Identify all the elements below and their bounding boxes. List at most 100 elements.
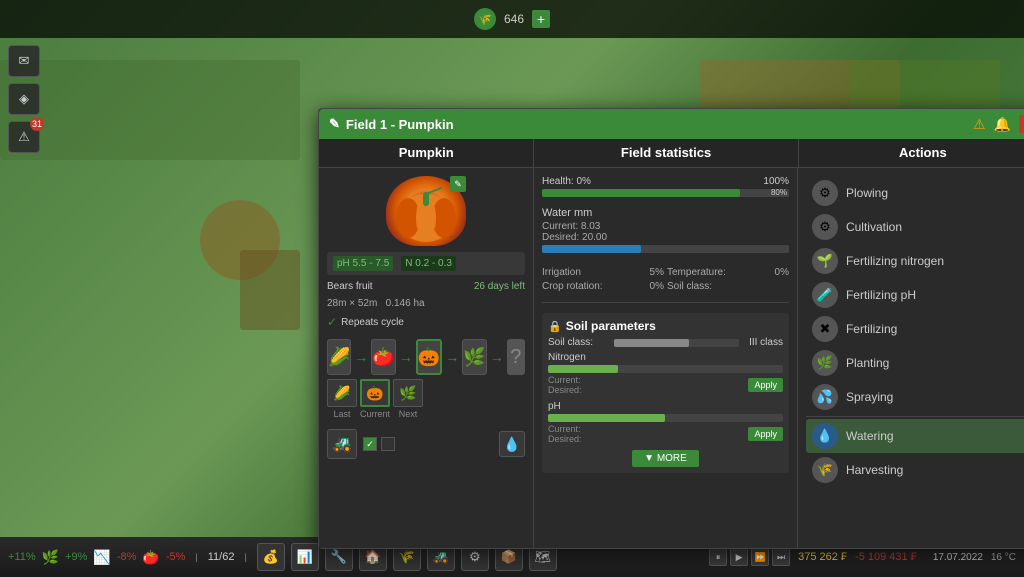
- soil-class-value: III class: [749, 337, 783, 348]
- crop-prev[interactable]: 🍅: [371, 339, 395, 375]
- bears-fruit-row: Bears fruit 26 days left: [327, 281, 525, 292]
- irrigation-label: Irrigation: [542, 267, 581, 278]
- close-button[interactable]: ✕: [1019, 115, 1024, 133]
- crop-edit-button[interactable]: ✎: [450, 176, 466, 192]
- stat-crop-rotation: Crop rotation: 0%: [542, 281, 664, 292]
- bottom-btn-2[interactable]: 📊: [291, 543, 319, 571]
- soil-class-row: Soil class: III class: [548, 337, 783, 348]
- spraying-icon: 💦: [812, 384, 838, 410]
- nitrogen-controls: Current: Desired: Apply: [548, 375, 783, 395]
- actions-list: ⚙ Plowing ⚙ Cultivation 🌱 Fertilizing ni…: [806, 176, 1024, 487]
- middle-panel: Health: 0% 100% 80% Water mm Current: 8.…: [534, 168, 798, 548]
- water-section: Water mm Current: 8.03 Desired: 20.00: [542, 207, 789, 255]
- field-count: 11/62: [208, 551, 235, 563]
- sidebar-mail-button[interactable]: ✉: [8, 45, 40, 77]
- stat-irrigation: Irrigation 5%: [542, 267, 664, 278]
- stat-minus5: -5%: [166, 551, 186, 563]
- fertilizing-label: Fertilizing: [846, 322, 897, 336]
- irrigation-value: 5%: [650, 267, 664, 278]
- fast-forward-button[interactable]: ⏩: [751, 548, 769, 566]
- action-fertilizing-ph[interactable]: 🧪 Fertilizing pH: [806, 278, 1024, 312]
- health-progress-fill: [542, 189, 740, 197]
- tractor-thumb[interactable]: 🚜: [327, 429, 357, 459]
- water-drop-icon[interactable]: 💧: [499, 431, 525, 457]
- action-cultivation[interactable]: ⚙ Cultivation: [806, 210, 1024, 244]
- bell-button[interactable]: 🔔: [994, 116, 1011, 133]
- nitrogen-desired-label: Desired:: [548, 385, 582, 395]
- left-panel-title: Pumpkin: [399, 145, 454, 160]
- field-dialog: ✎ Field 1 - Pumpkin ⚠ 🔔 ✕ Pumpkin Field …: [318, 108, 1024, 549]
- health-labels: Health: 0% 100%: [542, 176, 789, 187]
- action-planting[interactable]: 🌿 Planting: [806, 346, 1024, 380]
- lock-icon: 🔒: [548, 320, 562, 333]
- stat-plus11: +11%: [8, 551, 36, 563]
- nitrogen-apply-button[interactable]: Apply: [748, 378, 783, 392]
- last-label: Last: [333, 409, 350, 419]
- arrow-1: →: [354, 349, 368, 365]
- bears-fruit-label: Bears fruit: [327, 281, 373, 292]
- repeat-cycle-row: ✓ Repeats cycle: [327, 315, 525, 329]
- temperature-display: 16 °C: [991, 552, 1016, 563]
- warning-button[interactable]: ⚠: [973, 116, 986, 133]
- crop-current[interactable]: 🎃: [416, 339, 442, 375]
- arrow-4: →: [490, 349, 504, 365]
- watering-icon: 💧: [812, 423, 838, 449]
- plowing-label: Plowing: [846, 186, 888, 200]
- action-harvesting[interactable]: 🌾 Harvesting: [806, 453, 1024, 487]
- nitrogen-row: Nitrogen Current: Desired: Apply: [548, 352, 783, 395]
- checkbox-1[interactable]: ✓: [363, 437, 377, 451]
- crop-image-container: ✎: [386, 176, 466, 246]
- water-desired: Desired: 20.00: [542, 232, 789, 243]
- soil-parameters-section: 🔒 Soil parameters Soil class: III class …: [542, 313, 789, 473]
- dialog-title-right: ⚠ 🔔 ✕: [973, 115, 1024, 133]
- action-plowing[interactable]: ⚙ Plowing: [806, 176, 1024, 210]
- water-progress-fill: [542, 245, 641, 253]
- nitrogen-values: Current: Desired:: [548, 375, 582, 395]
- sidebar-layers-button[interactable]: ◈: [8, 83, 40, 115]
- action-watering[interactable]: 💧 Watering: [806, 419, 1024, 453]
- harvesting-label: Harvesting: [846, 463, 903, 477]
- crop-rotation-value: 0%: [650, 281, 664, 292]
- debt-value: -5 109 431 ₣: [855, 551, 917, 563]
- add-resource-button[interactable]: +: [532, 10, 550, 28]
- fertilizing-n-icon: 🌱: [812, 248, 838, 274]
- arrow-2: →: [399, 349, 413, 365]
- bottom-money-section: ⏸ ▶ ⏩ ⏭ 375 262 ₣ -5 109 431 ₣ 17.07.202…: [709, 548, 1016, 566]
- alert-badge: 31: [30, 117, 44, 131]
- faster-button[interactable]: ⏭: [772, 548, 790, 566]
- dialog-title-left: ✎ Field 1 - Pumpkin: [329, 116, 454, 132]
- ph-label-row: pH: [548, 401, 783, 412]
- crop-last[interactable]: 🌽: [327, 339, 351, 375]
- date-display: 17.07.2022: [933, 552, 983, 563]
- action-spraying[interactable]: 💦 Spraying: [806, 380, 1024, 414]
- money-value: 375 262 ₣: [798, 551, 847, 563]
- right-panel: ⚙ Plowing ⚙ Cultivation 🌱 Fertilizing ni…: [798, 168, 1024, 548]
- more-button[interactable]: ▼ MORE: [632, 450, 699, 467]
- stat-plus9: +9%: [65, 551, 87, 563]
- ph-row: pH Current: Desired: Apply: [548, 401, 783, 444]
- bottom-btn-1[interactable]: 💰: [257, 543, 285, 571]
- ph-desired-label: Desired:: [548, 434, 582, 444]
- days-left: 26 days left: [474, 281, 525, 292]
- planting-label: Planting: [846, 356, 889, 370]
- resource-icon: 🌾: [474, 8, 496, 30]
- ph-apply-button[interactable]: Apply: [748, 427, 783, 441]
- health-progress-bar: 80%: [542, 189, 789, 197]
- crop-unknown[interactable]: ?: [507, 339, 525, 375]
- nitrogen-bar: [548, 365, 783, 373]
- dialog-title-bar: ✎ Field 1 - Pumpkin ⚠ 🔔 ✕: [319, 109, 1024, 139]
- soil-class-fill: [614, 339, 689, 347]
- ph-fill: [548, 414, 665, 422]
- pause-button[interactable]: ⏸: [709, 548, 727, 566]
- action-fertilizing[interactable]: ✖ Fertilizing: [806, 312, 1024, 346]
- crop-next-item[interactable]: 🌿: [462, 339, 486, 375]
- stat-minus8: -8%: [117, 551, 137, 563]
- play-button[interactable]: ▶: [730, 548, 748, 566]
- cultivation-icon: ⚙: [812, 214, 838, 240]
- check-icon: ✓: [327, 315, 337, 329]
- ph-current-label: Current:: [548, 424, 582, 434]
- fertilizing-n-label: Fertilizing nitrogen: [846, 254, 944, 268]
- checkbox-2[interactable]: [381, 437, 395, 451]
- ph-label: pH: [548, 401, 561, 412]
- action-fertilizing-nitrogen[interactable]: 🌱 Fertilizing nitrogen: [806, 244, 1024, 278]
